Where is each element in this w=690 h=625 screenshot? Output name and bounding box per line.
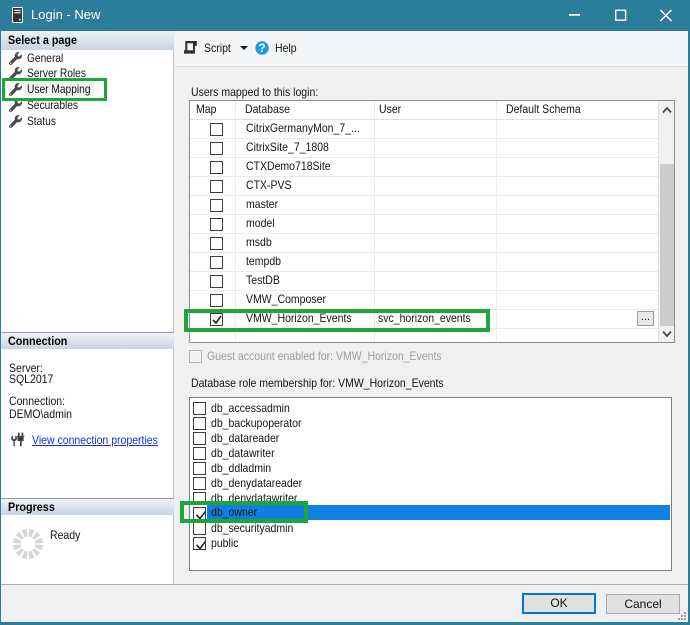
svg-text:?: ? xyxy=(258,42,265,55)
